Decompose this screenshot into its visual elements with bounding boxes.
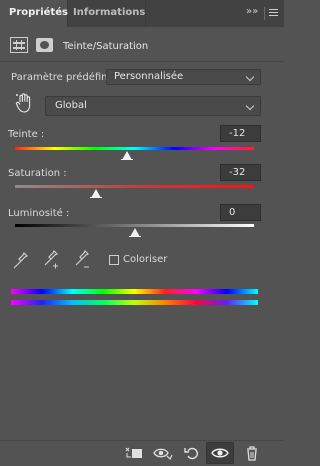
- reset-icon[interactable]: [181, 445, 203, 463]
- saturation-label: Saturation :: [8, 168, 67, 179]
- range-dropdown[interactable]: Global: [45, 96, 261, 116]
- hue-label: Teinte :: [8, 129, 45, 140]
- visibility-eye-icon[interactable]: [206, 442, 234, 464]
- trash-icon[interactable]: [241, 445, 263, 463]
- input-color-spectrum: [11, 289, 258, 294]
- range-value: Global: [55, 100, 87, 111]
- chevron-down-icon: [245, 72, 255, 82]
- eyedropper-icon[interactable]: [12, 250, 30, 270]
- header-divider: [0, 61, 284, 62]
- colorize-label: Coloriser: [123, 254, 168, 265]
- menu-separator: [264, 7, 265, 20]
- output-color-spectrum: [11, 300, 258, 305]
- tab-properties[interactable]: Propriétés: [0, 0, 68, 27]
- preset-value: Personnalisée: [114, 71, 184, 82]
- view-previous-state-icon[interactable]: [152, 445, 174, 463]
- eyedropper-plus-icon[interactable]: [42, 249, 60, 270]
- preset-dropdown[interactable]: Personnalisée: [106, 69, 261, 85]
- saturation-slider-thumb[interactable]: [90, 189, 103, 198]
- hue-slider-thumb[interactable]: [120, 151, 133, 160]
- lightness-input[interactable]: 0: [220, 204, 261, 221]
- bottom-toolbar: [0, 440, 284, 466]
- preset-label: Paramètre prédéfini :: [11, 72, 117, 83]
- lightness-slider-thumb[interactable]: [128, 228, 141, 237]
- panel-header-title: Teinte/Saturation: [63, 41, 149, 52]
- hue-slider-track[interactable]: [15, 147, 254, 150]
- layer-mask-icon[interactable]: [36, 38, 53, 52]
- chevron-down-icon: [245, 101, 255, 111]
- eyedropper-minus-icon[interactable]: [73, 249, 91, 270]
- saturation-input[interactable]: -32: [220, 164, 261, 181]
- clip-to-layer-icon[interactable]: [123, 445, 145, 463]
- double-chevron-right-icon[interactable]: »»: [246, 6, 258, 17]
- panel-tab-bar: Propriétés Informations »»: [0, 0, 284, 27]
- saturation-slider-track[interactable]: [15, 185, 254, 188]
- lightness-slider-track[interactable]: [15, 224, 254, 227]
- colorize-checkbox[interactable]: [109, 255, 119, 265]
- lightness-label: Luminosité :: [8, 208, 70, 219]
- tab-info[interactable]: Informations: [68, 0, 146, 27]
- panel-menu-controls: »»: [244, 0, 282, 27]
- hamburger-menu-icon[interactable]: [269, 9, 278, 17]
- hue-input[interactable]: -12: [220, 125, 261, 142]
- hue-saturation-adjustment-icon[interactable]: [10, 37, 28, 53]
- targeted-adjustment-hand-icon[interactable]: [14, 93, 34, 115]
